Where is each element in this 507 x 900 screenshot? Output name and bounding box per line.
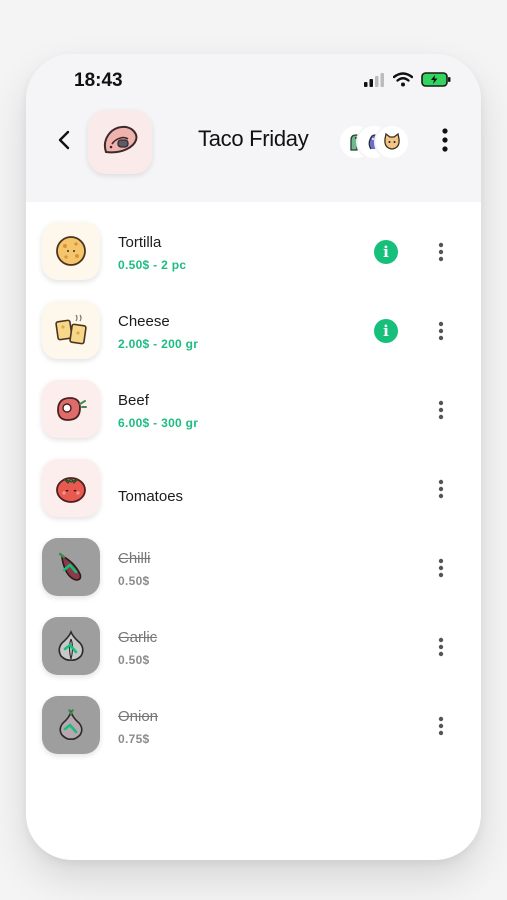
list-item[interactable]: Cheese 2.00$ - 200 gr i <box>26 281 481 360</box>
item-name: Garlic <box>118 629 158 646</box>
item-menu-button[interactable] <box>431 398 451 422</box>
steak-icon <box>57 397 87 421</box>
more-vertical-icon <box>438 716 444 736</box>
item-thumbnail <box>42 459 100 517</box>
list-item[interactable]: Tortilla 0.50$ - 2 pc i <box>26 202 481 281</box>
item-name: Chilli <box>118 550 151 567</box>
item-thumbnail <box>42 380 100 438</box>
item-thumbnail <box>42 617 100 675</box>
page-title: Taco Friday <box>198 126 309 151</box>
item-price: 6.00$ - 300 gr <box>118 416 199 430</box>
info-icon: i <box>383 322 389 340</box>
more-vertical-icon <box>438 400 444 420</box>
chevron-left-icon <box>58 130 70 150</box>
status-time: 18:43 <box>74 70 123 91</box>
item-name: Onion <box>118 708 159 725</box>
item-menu-button[interactable] <box>431 714 451 738</box>
members-avatars[interactable] <box>338 124 412 160</box>
item-menu-button[interactable] <box>431 556 451 580</box>
more-vertical-icon <box>442 128 448 152</box>
back-button[interactable] <box>52 126 76 154</box>
info-button[interactable]: i <box>374 240 398 264</box>
item-menu-button[interactable] <box>431 240 451 264</box>
more-menu-button[interactable] <box>435 126 455 154</box>
item-menu-button[interactable] <box>431 635 451 659</box>
item-thumbnail <box>42 222 100 280</box>
more-vertical-icon <box>438 242 444 262</box>
more-vertical-icon <box>438 558 444 578</box>
onion-icon <box>59 709 83 740</box>
item-thumbnail <box>42 538 100 596</box>
tomato-icon <box>56 476 86 503</box>
list-item[interactable]: Chilli 0.50$ <box>26 518 481 597</box>
chilli-icon <box>58 552 82 581</box>
info-icon: i <box>383 243 389 261</box>
list-item[interactable]: Beef 6.00$ - 300 gr <box>26 360 481 439</box>
status-icons <box>363 72 451 87</box>
info-button[interactable]: i <box>374 319 398 343</box>
more-vertical-icon <box>438 321 444 341</box>
avatar <box>374 124 410 160</box>
item-price: 0.50$ <box>118 574 150 588</box>
item-name: Tomatoes <box>118 488 184 505</box>
list-item[interactable]: Garlic 0.50$ <box>26 597 481 676</box>
wifi-icon <box>393 72 413 87</box>
item-menu-button[interactable] <box>431 319 451 343</box>
item-name: Beef <box>118 392 149 409</box>
item-menu-button[interactable] <box>431 477 451 501</box>
garlic-icon <box>58 629 84 661</box>
item-price: 2.00$ - 200 gr <box>118 337 199 351</box>
cheese-icon <box>55 314 87 345</box>
item-price: 0.75$ <box>118 732 150 746</box>
tortilla-icon <box>56 236 86 266</box>
item-name: Tortilla <box>118 234 162 251</box>
phone-frame: 18:43 Taco Friday Tortilla 0.50$ - 2 pc … <box>26 54 481 860</box>
cat-avatar-icon <box>384 132 400 150</box>
item-price: 0.50$ <box>118 653 150 667</box>
list-icon-button[interactable] <box>88 110 152 174</box>
more-vertical-icon <box>438 637 444 657</box>
battery-icon <box>421 72 451 87</box>
more-vertical-icon <box>438 479 444 499</box>
header-bar: 18:43 Taco Friday <box>26 54 481 202</box>
signal-icon <box>364 72 384 87</box>
list-item[interactable]: Onion 0.75$ <box>26 676 481 755</box>
taco-icon <box>104 125 138 154</box>
item-thumbnail <box>42 696 100 754</box>
list-item[interactable]: Tomatoes <box>26 439 481 518</box>
item-price: 0.50$ - 2 pc <box>118 258 187 272</box>
item-name: Cheese <box>118 313 170 330</box>
item-thumbnail <box>42 301 100 359</box>
